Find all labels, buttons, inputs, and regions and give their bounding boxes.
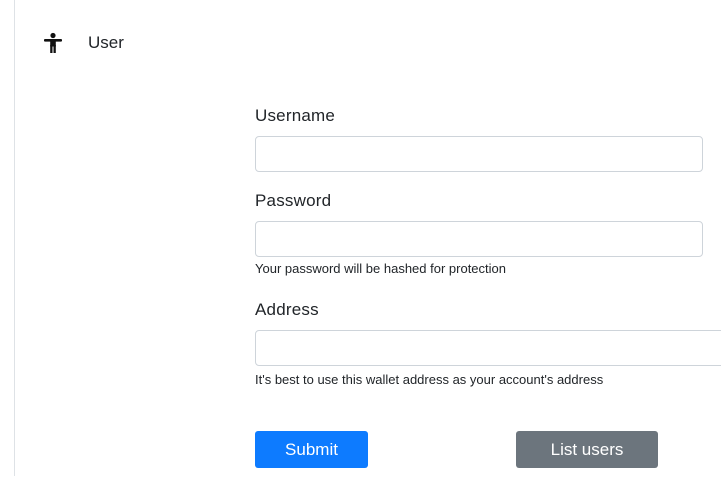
password-input[interactable]: [255, 221, 703, 257]
address-help-text: It's best to use this wallet address as …: [255, 372, 604, 387]
user-page: User Username Password Your password wil…: [0, 0, 721, 490]
list-users-button[interactable]: List users: [516, 431, 658, 468]
page-title: User: [88, 33, 124, 52]
left-divider: [14, 0, 15, 476]
address-input[interactable]: [255, 330, 721, 366]
address-label: Address: [255, 300, 319, 319]
username-label: Username: [255, 106, 336, 125]
submit-button[interactable]: Submit: [255, 431, 368, 468]
password-label: Password: [255, 191, 332, 210]
page-header: User: [42, 30, 124, 56]
accessibility-person-icon: [42, 32, 64, 54]
username-input[interactable]: [255, 136, 703, 172]
password-help-text: Your password will be hashed for protect…: [255, 261, 506, 276]
